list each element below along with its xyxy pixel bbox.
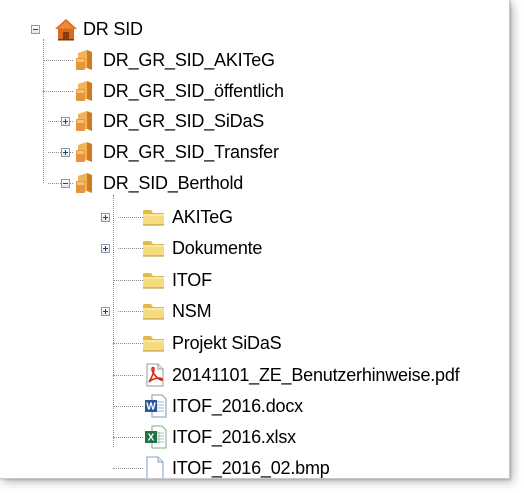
tree-line	[43, 39, 44, 183]
shared-folder-icon	[74, 110, 96, 132]
tree-node-dr-sid[interactable]: DR SID	[82, 18, 144, 40]
folder-icon	[142, 269, 164, 291]
word-file-icon: W	[144, 394, 167, 418]
expand-dr-gr-sid-sidas-button[interactable]	[61, 117, 70, 126]
excel-file-icon: X	[144, 425, 167, 449]
tree-node-excel-file[interactable]: ITOF_2016.xlsx	[171, 426, 297, 448]
folder-tree: DR SID DR_GR_SID_AKITeG DR_GR_SID_öffent…	[0, 0, 509, 478]
folder-icon	[142, 237, 164, 259]
shared-folder-icon	[74, 49, 96, 71]
shared-folder-icon	[74, 141, 96, 163]
expand-dr-gr-sid-transfer-button[interactable]	[61, 148, 70, 157]
bitmap-file-icon	[144, 456, 166, 478]
tree-node-dr-sid-berthold[interactable]: DR_SID_Berthold	[102, 172, 244, 194]
tree-node-bmp-file[interactable]: ITOF_2016_02.bmp	[171, 457, 331, 478]
home-folder-icon	[54, 18, 77, 41]
expand-akiteg-button[interactable]	[101, 213, 110, 222]
tree-node-dr-gr-sid-oeffentlich[interactable]: DR_GR_SID_öffentlich	[102, 80, 285, 102]
svg-text:X: X	[148, 433, 155, 444]
tree-line	[113, 343, 143, 344]
tree-node-dr-gr-sid-akiteg[interactable]: DR_GR_SID_AKITeG	[102, 49, 276, 71]
tree-line	[113, 375, 143, 376]
tree-node-projekt-sidas[interactable]: Projekt SiDaS	[171, 332, 282, 354]
folder-icon	[142, 300, 164, 322]
tree-node-akiteg[interactable]: AKITeG	[171, 206, 234, 228]
tree-line	[113, 195, 114, 447]
tree-line	[118, 217, 143, 218]
folder-tree-panel: DR SID DR_GR_SID_AKITeG DR_GR_SID_öffent…	[0, 0, 510, 479]
folder-icon	[142, 332, 164, 354]
tree-node-word-file[interactable]: ITOF_2016.docx	[171, 395, 304, 417]
tree-line	[43, 60, 73, 61]
tree-node-itof[interactable]: ITOF	[171, 269, 213, 291]
tree-node-nsm[interactable]: NSM	[171, 300, 212, 322]
tree-node-dr-gr-sid-transfer[interactable]: DR_GR_SID_Transfer	[102, 141, 280, 163]
tree-line	[118, 248, 143, 249]
shared-folder-icon	[74, 172, 96, 194]
tree-line	[43, 91, 73, 92]
expand-dokumente-button[interactable]	[101, 244, 110, 253]
tree-node-pdf-file[interactable]: 20141101_ZE_Benutzerhinweise.pdf	[171, 364, 460, 386]
collapse-dr-sid-berthold-button[interactable]	[61, 179, 70, 188]
shared-folder-icon	[74, 80, 96, 102]
tree-node-dr-gr-sid-sidas[interactable]: DR_GR_SID_SiDaS	[102, 110, 265, 132]
pdf-file-icon	[144, 363, 166, 387]
collapse-dr-sid-button[interactable]	[31, 25, 40, 34]
tree-line	[113, 468, 143, 469]
expand-nsm-button[interactable]	[101, 307, 110, 316]
tree-line	[113, 280, 143, 281]
tree-line	[118, 311, 143, 312]
tree-node-dokumente[interactable]: Dokumente	[171, 237, 263, 259]
tree-line	[113, 437, 143, 438]
tree-line	[113, 406, 143, 407]
svg-text:W: W	[146, 402, 156, 413]
folder-icon	[142, 206, 164, 228]
